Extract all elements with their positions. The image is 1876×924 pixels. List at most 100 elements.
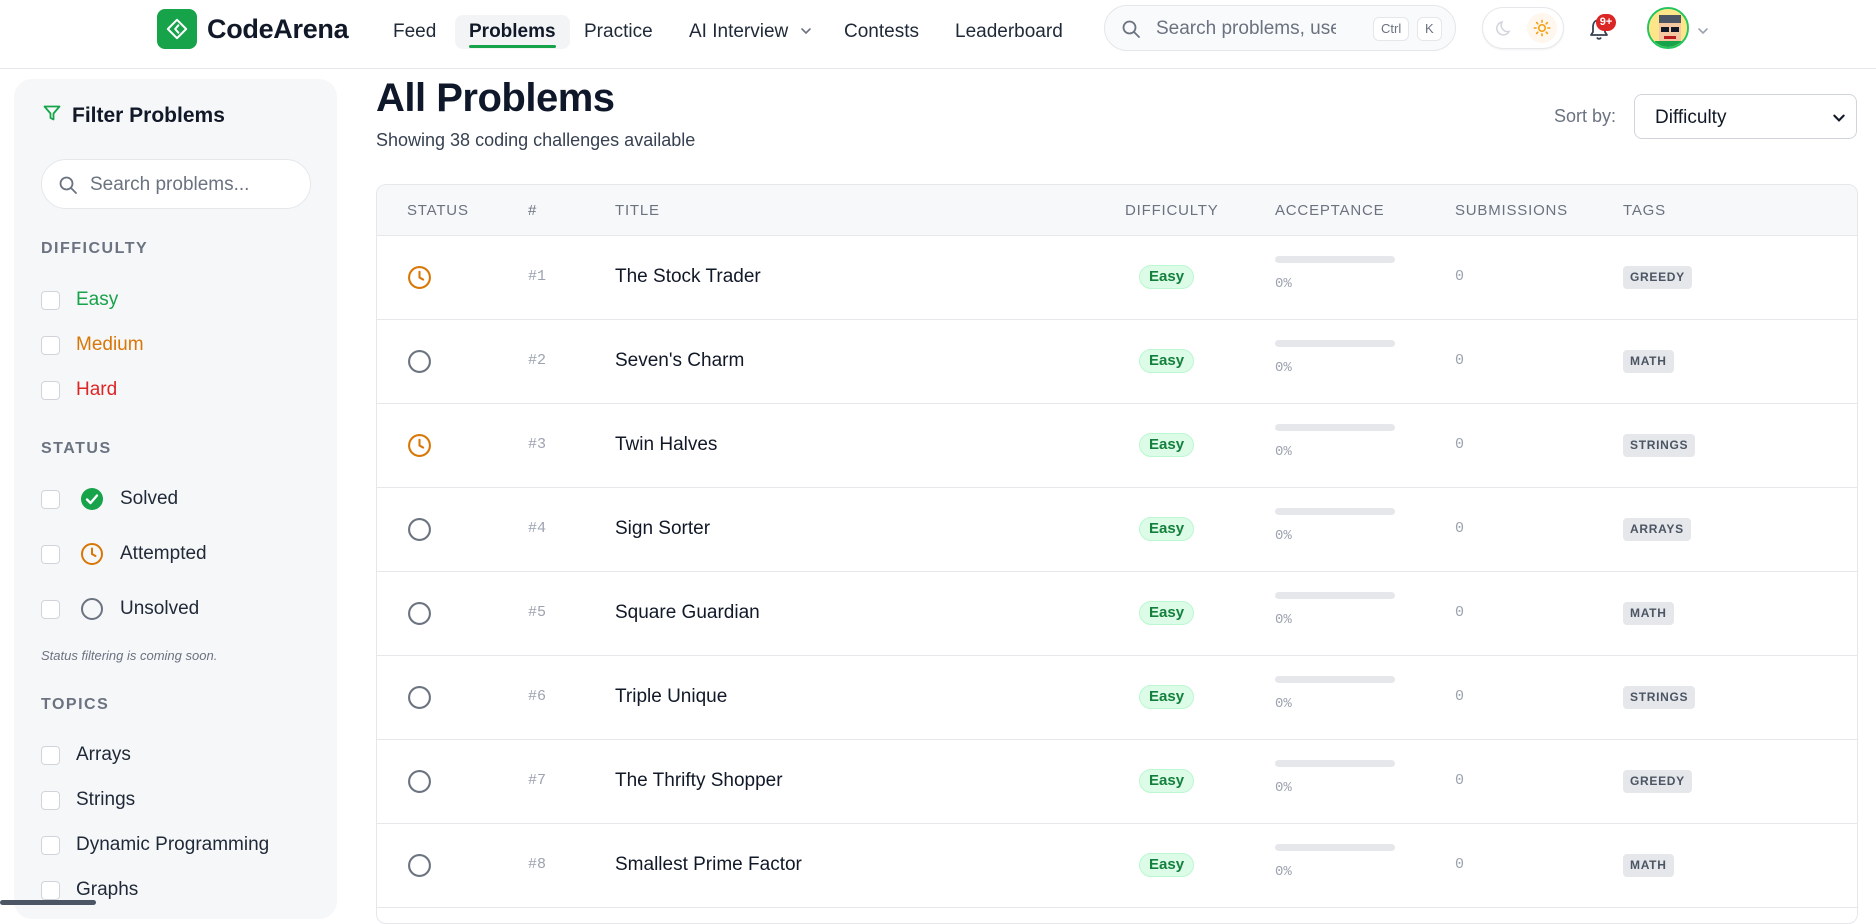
header-submissions[interactable]: SUBMISSIONS [1455, 202, 1568, 219]
header-difficulty[interactable]: DIFFICULTY [1125, 202, 1219, 219]
table-header: STATUS # TITLE DIFFICULTY ACCEPTANCE SUB… [377, 185, 1857, 236]
filter-topic-graphs[interactable]: Graphs [41, 878, 138, 902]
difficulty-badge: Easy [1139, 433, 1195, 457]
problem-title-link[interactable]: Seven's Charm [615, 350, 744, 372]
global-search-input[interactable]: Search problems, users, companies... Ctr… [1104, 5, 1456, 51]
arrays-label: Arrays [76, 744, 131, 765]
solved-label: Solved [120, 488, 179, 509]
avatar[interactable] [1647, 7, 1689, 49]
dp-label: Dynamic Programming [76, 834, 270, 855]
acceptance-rate: 0% [1275, 444, 1292, 460]
problem-number: #2 [528, 352, 547, 369]
strings-checkbox[interactable] [41, 790, 60, 810]
table-row[interactable]: #8 Smallest Prime Factor Easy 0% 0 MATH [377, 824, 1857, 908]
tag-chip[interactable]: MATH [1623, 854, 1674, 877]
tag-chip[interactable]: GREEDY [1623, 770, 1692, 793]
filter-hard[interactable]: Hard [41, 378, 117, 402]
tag-chip[interactable]: STRINGS [1623, 434, 1696, 457]
problem-title-link[interactable]: Triple Unique [615, 686, 727, 708]
header-acceptance[interactable]: ACCEPTANCE [1275, 202, 1384, 219]
header-status[interactable]: STATUS [407, 202, 469, 219]
filter-easy[interactable]: Easy [41, 288, 118, 312]
status-note: Status filtering is coming soon. [41, 648, 218, 663]
solved-checkbox[interactable] [41, 489, 60, 509]
acceptance-rate: 0% [1275, 612, 1292, 628]
filter-medium[interactable]: Medium [41, 333, 144, 357]
check-circle-icon [80, 487, 104, 511]
easy-checkbox[interactable] [41, 290, 60, 310]
problem-search-input[interactable]: Search problems... [41, 159, 311, 209]
circle-icon [80, 597, 104, 621]
header-title[interactable]: TITLE [615, 202, 660, 219]
filter-topic-dp[interactable]: Dynamic Programming [41, 833, 269, 857]
hard-label: Hard [76, 379, 118, 400]
table-row[interactable]: #4 Sign Sorter Easy 0% 0 ARRAYS [377, 488, 1857, 572]
nav-contests[interactable]: Contests [830, 15, 933, 49]
submission-count: 0 [1455, 436, 1465, 453]
sort-select[interactable]: Difficulty [1634, 94, 1857, 139]
problem-title-link[interactable]: The Thrifty Shopper [615, 770, 783, 792]
brand-logo[interactable]: CodeArena [157, 9, 349, 49]
easy-label: Easy [76, 289, 119, 310]
graphs-checkbox[interactable] [41, 880, 60, 900]
problem-title-link[interactable]: Twin Halves [615, 434, 717, 456]
nav-feed[interactable]: Feed [379, 15, 450, 49]
arrays-checkbox[interactable] [41, 745, 60, 765]
header-tags[interactable]: TAGS [1623, 202, 1666, 219]
table-row[interactable]: #6 Triple Unique Easy 0% 0 STRINGS [377, 656, 1857, 740]
table-row[interactable]: #2 Seven's Charm Easy 0% 0 MATH [377, 320, 1857, 404]
table-row[interactable]: #7 The Thrifty Shopper Easy 0% 0 GREEDY [377, 740, 1857, 824]
nav-problems[interactable]: Problems [455, 15, 570, 49]
dp-checkbox[interactable] [41, 835, 60, 855]
table-row[interactable]: #1 The Stock Trader Easy 0% 0 GREEDY [377, 236, 1857, 320]
acceptance-rate: 0% [1275, 864, 1292, 880]
top-navbar: CodeArena Feed Problems Practice AI Inte… [0, 0, 1876, 69]
medium-checkbox[interactable] [41, 335, 60, 355]
nav-leaderboard[interactable]: Leaderboard [941, 15, 1077, 49]
difficulty-badge: Easy [1139, 601, 1195, 625]
tag-chip[interactable]: ARRAYS [1623, 518, 1691, 541]
unsolved-checkbox[interactable] [41, 599, 60, 619]
horizontal-scrollbar[interactable] [0, 900, 96, 905]
chevron-down-icon[interactable] [1697, 24, 1709, 42]
nav-practice[interactable]: Practice [570, 15, 667, 49]
circle-icon [407, 349, 432, 374]
problem-number: #1 [528, 268, 547, 285]
header-number[interactable]: # [528, 202, 537, 219]
code-logo-icon [157, 9, 197, 49]
problem-title-link[interactable]: Sign Sorter [615, 518, 710, 540]
filter-title-label: Filter Problems [72, 104, 225, 127]
chevron-down-icon [800, 15, 812, 49]
difficulty-badge: Easy [1139, 265, 1195, 289]
table-row[interactable]: #3 Twin Halves Easy 0% 0 STRINGS [377, 404, 1857, 488]
problem-title-link[interactable]: The Stock Trader [615, 266, 761, 288]
attempted-label: Attempted [120, 543, 207, 564]
clock-icon [80, 542, 104, 566]
hard-checkbox[interactable] [41, 380, 60, 400]
status-heading: STATUS [41, 440, 112, 457]
problems-table: STATUS # TITLE DIFFICULTY ACCEPTANCE SUB… [376, 184, 1858, 924]
filter-attempted[interactable]: Attempted [41, 542, 207, 566]
filter-topic-strings[interactable]: Strings [41, 788, 135, 812]
problem-title-link[interactable]: Smallest Prime Factor [615, 854, 802, 876]
problem-title-link[interactable]: Square Guardian [615, 602, 760, 624]
filter-topic-arrays[interactable]: Arrays [41, 743, 131, 767]
shortcut-ctrl: Ctrl [1373, 17, 1410, 41]
medium-label: Medium [76, 334, 144, 355]
attempted-checkbox[interactable] [41, 544, 60, 564]
table-row[interactable]: #5 Square Guardian Easy 0% 0 MATH [377, 572, 1857, 656]
topics-heading: TOPICS [41, 696, 110, 713]
tag-chip[interactable]: MATH [1623, 350, 1674, 373]
submission-count: 0 [1455, 772, 1465, 789]
problem-number: #6 [528, 688, 547, 705]
nav-ai-interview[interactable]: AI Interview [675, 15, 826, 49]
theme-toggle[interactable] [1482, 7, 1564, 49]
tag-chip[interactable]: STRINGS [1623, 686, 1696, 709]
filter-solved[interactable]: Solved [41, 487, 178, 511]
tag-chip[interactable]: MATH [1623, 602, 1674, 625]
difficulty-badge: Easy [1139, 685, 1195, 709]
tag-chip[interactable]: GREEDY [1623, 266, 1692, 289]
circle-icon [407, 517, 432, 542]
filter-unsolved[interactable]: Unsolved [41, 597, 199, 621]
submission-count: 0 [1455, 604, 1465, 621]
